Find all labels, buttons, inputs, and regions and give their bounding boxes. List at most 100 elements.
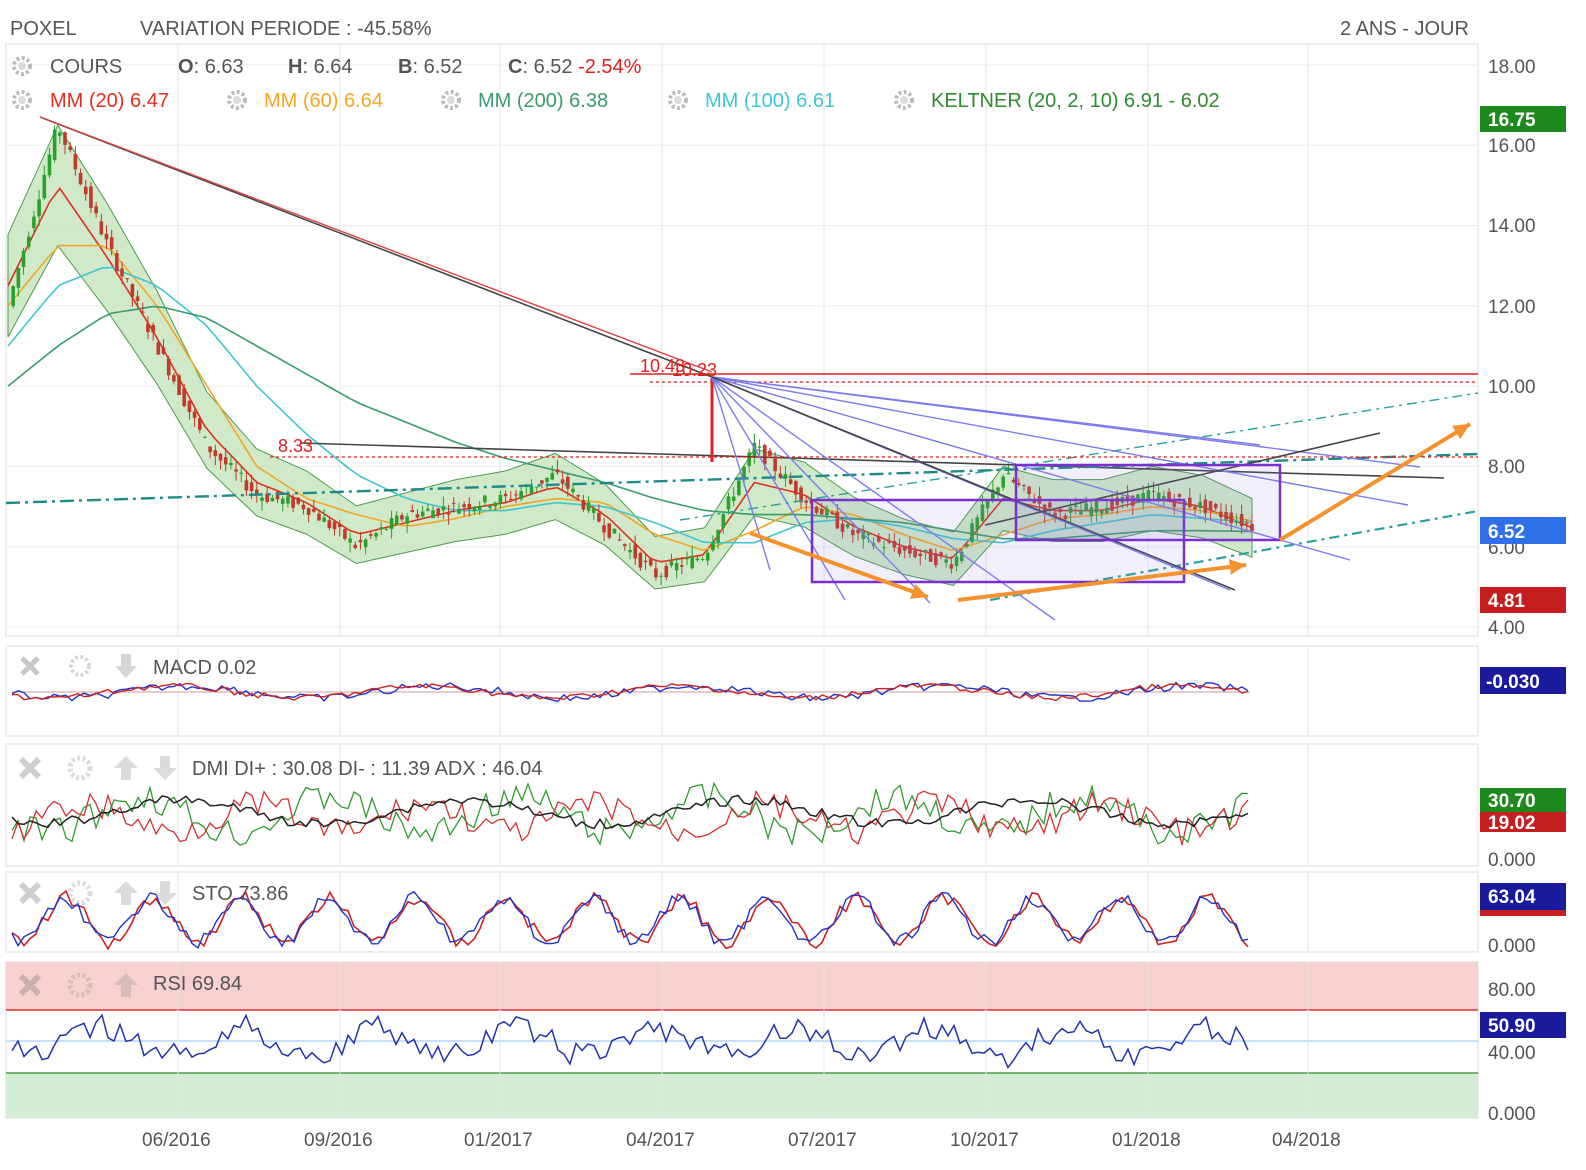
candle-body: [239, 472, 244, 474]
candle-body: [353, 544, 358, 548]
mm60-value: 6.64: [344, 90, 383, 112]
x-tick: 04/2017: [626, 1130, 695, 1151]
candle-body: [213, 450, 218, 457]
candle-body: [327, 520, 332, 529]
candle-body: [63, 132, 67, 145]
price-tick: 4.00: [1488, 618, 1525, 639]
high-label: H: [288, 56, 302, 78]
candle-body: [229, 462, 233, 466]
candle-body: [363, 539, 368, 548]
candle-body: [332, 521, 337, 530]
candle-body: [379, 527, 383, 530]
candle-body: [737, 480, 741, 496]
candle-body: [197, 418, 202, 430]
candle-body: [483, 495, 487, 503]
candle-body: [343, 529, 347, 539]
candle-body: [669, 561, 674, 566]
price-tick: 10.00: [1488, 377, 1536, 398]
candle-body: [467, 503, 472, 510]
candle-body: [203, 436, 207, 438]
svg-text:KELTNER (20, 2, 10) 6.91 - 6.0: KELTNER (20, 2, 10) 6.91 - 6.02: [931, 90, 1220, 112]
candle-body: [503, 493, 508, 497]
candle-body: [389, 518, 394, 530]
candle-body: [208, 446, 212, 453]
candle-body: [420, 511, 425, 517]
candle-body: [659, 575, 663, 577]
candle-body: [571, 488, 575, 493]
mm100-value: 6.61: [796, 90, 835, 112]
candle-body: [42, 174, 47, 199]
x-tick: 04/2018: [1272, 1130, 1341, 1151]
candle-body: [757, 446, 762, 448]
price-tick: 16.00: [1488, 136, 1536, 157]
candle-body: [369, 534, 373, 536]
svg-text:MM (60) 6.64: MM (60) 6.64: [264, 90, 383, 112]
candle-body: [664, 565, 669, 578]
candle-body: [47, 154, 52, 176]
candle-body: [120, 268, 124, 277]
candle-body: [488, 506, 492, 508]
dmi-tick: 0.000: [1488, 850, 1536, 871]
dmi-badge-1-text: 30.70: [1488, 791, 1536, 812]
candle-body: [94, 206, 98, 214]
price-tick: 8.00: [1488, 457, 1525, 478]
svg-text:MM (20) 6.47: MM (20) 6.47: [50, 90, 169, 112]
keltner-value: 6.91 - 6.02: [1124, 90, 1220, 112]
rsi-value: 69.84: [192, 973, 242, 995]
x-tick: 09/2016: [304, 1130, 373, 1151]
candle-body: [762, 445, 767, 465]
candle-body: [374, 533, 378, 537]
rsi-tick: 0.000: [1488, 1104, 1536, 1125]
candle-body: [607, 523, 612, 538]
svg-text:B: 6.52: B: 6.52: [398, 56, 463, 78]
candle-body: [788, 479, 793, 484]
close-label: C: [508, 56, 522, 78]
range-box: [1014, 463, 1282, 542]
x-tick: 06/2016: [142, 1130, 211, 1151]
close-value: 6.52: [534, 56, 573, 78]
keltner-label: KELTNER (20, 2, 10): [931, 90, 1118, 112]
open-label: O: [178, 56, 194, 78]
candle-body: [529, 486, 534, 495]
candle-body: [783, 474, 788, 479]
candle-body: [32, 216, 36, 229]
candle-body: [441, 506, 446, 511]
candle-body: [685, 558, 689, 560]
candle-body: [602, 525, 606, 533]
candle-body: [151, 324, 155, 333]
candle-body: [586, 502, 591, 511]
candle-body: [768, 450, 772, 456]
svg-text:DMI DI+ : 30.08 DI- : 11.39 A: DMI DI+ : 30.08 DI- : 11.39 ADX : 46.04: [192, 758, 542, 780]
high-value: 6.64: [314, 56, 353, 78]
candle-body: [648, 559, 653, 566]
candle-body: [566, 476, 570, 489]
x-tick: 07/2017: [788, 1130, 857, 1151]
candle-body: [109, 237, 114, 249]
candle-body: [140, 311, 145, 313]
candle-body: [384, 528, 389, 530]
dmi-minus: DI- : 11.39: [338, 758, 430, 780]
candle-body: [804, 500, 809, 503]
candle-body: [223, 457, 228, 465]
svg-text:H: 6.64: H: 6.64: [288, 56, 353, 78]
candle-body: [146, 323, 150, 333]
candle-body: [89, 186, 93, 208]
candle-body: [794, 481, 798, 495]
candle-body: [68, 146, 72, 150]
candle-body: [773, 458, 777, 472]
candle-body: [472, 507, 477, 512]
macd-value: 0.02: [217, 657, 256, 679]
candle-body: [270, 497, 275, 502]
candle-body: [11, 286, 15, 306]
mm200-label: MM (200): [478, 90, 564, 112]
x-tick: 01/2018: [1112, 1130, 1181, 1151]
candle-body: [545, 477, 549, 482]
candle-body: [690, 555, 694, 569]
low-label: B: [398, 56, 412, 78]
mm200-value: 6.38: [569, 90, 608, 112]
candle-body: [560, 479, 565, 484]
candle-body: [576, 495, 580, 497]
x-tick: 10/2017: [950, 1130, 1019, 1151]
candle-body: [161, 347, 166, 354]
candle-body: [493, 502, 498, 507]
